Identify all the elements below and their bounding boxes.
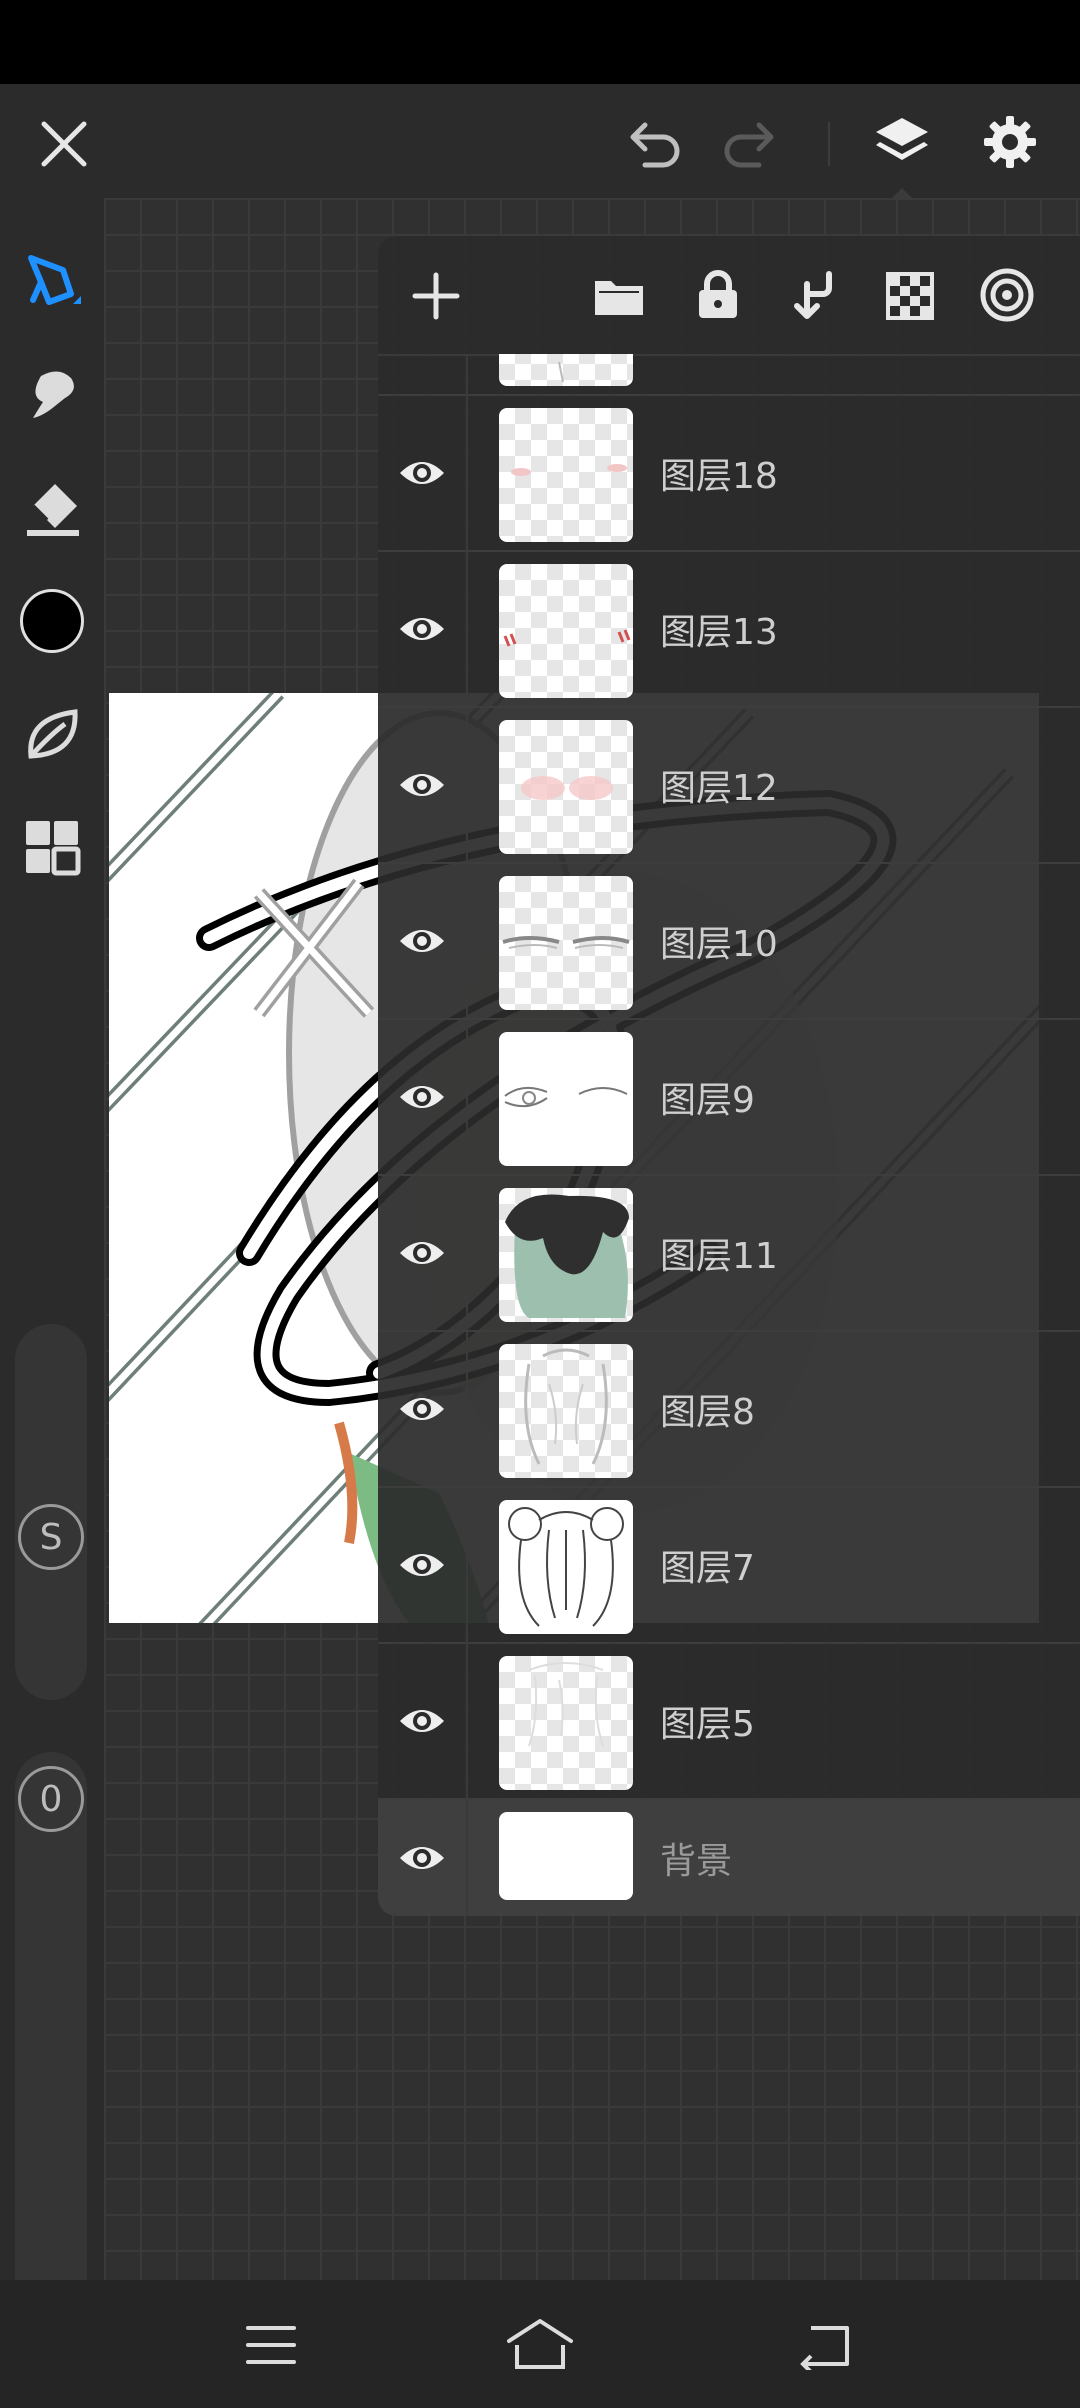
redo-icon[interactable] — [716, 108, 786, 180]
layer-name: 图层10 — [660, 924, 778, 965]
layer-thumbnail — [499, 720, 633, 854]
layer-thumbnail — [499, 1344, 633, 1478]
eye-icon[interactable] — [398, 919, 446, 963]
eraser-icon[interactable] — [15, 472, 89, 546]
layer-thumbnail — [499, 564, 633, 698]
eye-icon[interactable] — [398, 1231, 446, 1275]
layer-row[interactable]: 图层9 — [378, 1020, 1080, 1176]
eye-icon[interactable] — [398, 451, 446, 495]
layer-thumbnail — [499, 876, 633, 1010]
folder-icon[interactable] — [588, 266, 650, 326]
eye-icon[interactable] — [398, 1387, 446, 1431]
transparency-icon[interactable] — [880, 266, 940, 326]
layers-panel-toolbar — [378, 236, 1080, 356]
materials-icon[interactable] — [15, 810, 89, 884]
opacity-slider-handle[interactable]: 0 — [18, 1766, 84, 1832]
layer-name: 图层7 — [660, 1548, 755, 1589]
opacity-slider[interactable] — [15, 1752, 87, 2340]
layer-row[interactable]: 图层18 — [378, 396, 1080, 552]
layer-name: 图层5 — [660, 1704, 755, 1745]
size-value: S — [39, 1516, 63, 1558]
layer-thumbnail — [499, 1812, 633, 1900]
close-icon[interactable] — [28, 108, 100, 180]
layer-name: 背景 — [660, 1841, 733, 1882]
lock-icon[interactable] — [688, 264, 748, 326]
home-icon[interactable] — [504, 2308, 576, 2380]
layer-row[interactable]: 图层12 — [378, 708, 1080, 864]
smudge-icon[interactable] — [15, 358, 89, 432]
layer-row[interactable]: 图层8 — [378, 1332, 1080, 1488]
layer-thumbnail — [499, 1188, 633, 1322]
system-nav-bar — [0, 2280, 1080, 2408]
layer-row-background[interactable]: 背景 — [378, 1800, 1080, 1916]
layer-thumbnail — [499, 354, 633, 386]
layer-name: 图层18 — [660, 456, 778, 497]
back-icon[interactable] — [790, 2310, 860, 2380]
color-swatch[interactable] — [15, 584, 89, 658]
layer-list[interactable]: 图层18 图层13 图层12 图层10 图层9 图层11 图层8 图层7 图层5… — [378, 354, 1080, 1916]
layer-row[interactable]: 图层11 — [378, 1176, 1080, 1332]
divider — [828, 122, 830, 166]
layer-thumbnail — [499, 1032, 633, 1166]
blend-icon[interactable] — [976, 264, 1038, 326]
undo-icon[interactable] — [618, 108, 688, 180]
eye-icon[interactable] — [398, 1543, 446, 1587]
layer-row[interactable]: 图层10 — [378, 864, 1080, 1020]
layer-row[interactable]: 图层13 — [378, 552, 1080, 708]
menu-icon[interactable] — [236, 2310, 306, 2380]
status-bar — [0, 0, 1080, 84]
layer-row[interactable]: 图层5 — [378, 1644, 1080, 1800]
layer-thumbnail — [499, 1656, 633, 1790]
settings-icon[interactable] — [974, 106, 1046, 178]
eye-icon[interactable] — [398, 607, 446, 651]
layer-name: 图层12 — [660, 768, 778, 809]
layer-thumbnail — [499, 1500, 633, 1634]
eye-icon[interactable] — [398, 1836, 446, 1880]
merge-down-icon[interactable] — [784, 264, 844, 326]
layer-name: 图层9 — [660, 1080, 755, 1121]
leaf-icon[interactable] — [15, 698, 89, 772]
pen-icon[interactable] — [15, 244, 89, 318]
layer-name: 图层11 — [660, 1236, 778, 1277]
layers-panel: 图层18 图层13 图层12 图层10 图层9 图层11 图层8 图层7 图层5… — [378, 236, 1080, 1916]
layer-row[interactable]: 图层7 — [378, 1488, 1080, 1644]
layer-name: 图层13 — [660, 612, 778, 653]
layer-name: 图层8 — [660, 1392, 755, 1433]
opacity-value: 0 — [39, 1778, 63, 1820]
layers-icon[interactable] — [866, 106, 938, 178]
layer-row-partial[interactable] — [378, 354, 1080, 396]
left-toolbar: S 0 — [0, 198, 104, 2340]
eye-icon[interactable] — [398, 763, 446, 807]
add-layer-icon[interactable] — [406, 266, 466, 326]
size-slider-handle[interactable]: S — [18, 1504, 84, 1570]
top-toolbar — [0, 84, 1080, 200]
eye-icon[interactable] — [398, 1075, 446, 1119]
eye-icon[interactable] — [398, 1699, 446, 1743]
layer-thumbnail — [499, 408, 633, 542]
